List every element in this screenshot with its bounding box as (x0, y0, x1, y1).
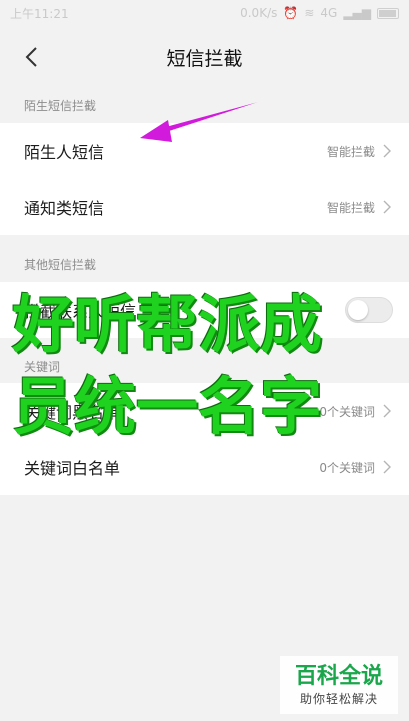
overlay-text-line2: 员统一名字 (12, 370, 323, 443)
page-title: 短信拦截 (166, 47, 243, 70)
row-notification-sms[interactable]: 通知类短信 智能拦截 (0, 179, 409, 235)
back-button[interactable] (18, 44, 44, 70)
status-bar: 上午11:21 0.0K/s ⏰ ≋ 4G ▂▄▆ (0, 0, 409, 26)
row-value: 智能拦截 (326, 144, 375, 159)
battery-icon (377, 7, 399, 19)
signal-label: 4G (320, 6, 338, 20)
watermark-title: 百科全说 (294, 663, 383, 689)
alarm-icon: ⏰ (283, 6, 299, 20)
row-value: 智能拦截 (326, 200, 375, 215)
signal-icon: ▂▄▆ (343, 6, 371, 20)
back-arrow-icon (25, 47, 37, 67)
network-speed: 0.0K/s (240, 6, 278, 20)
row-label: 关键词白名单 (24, 459, 121, 478)
chevron-right-icon (381, 144, 393, 158)
chevron-right-icon (381, 200, 393, 214)
row-keyword-whitelist[interactable]: 关键词白名单 0个关键词 (0, 439, 409, 495)
status-time: 上午11:21 (10, 6, 69, 21)
row-label: 陌生人短信 (24, 143, 105, 162)
status-indicators: 0.0K/s ⏰ ≋ 4G ▂▄▆ (240, 6, 399, 20)
title-bar: 短信拦截 (0, 26, 409, 88)
chevron-right-icon (381, 460, 393, 474)
row-stranger-sms[interactable]: 陌生人短信 智能拦截 (0, 123, 409, 179)
watermark-logo: 百科全说 助你轻松解决 (280, 656, 398, 714)
section-label-stranger: 陌生短信拦截 (24, 99, 97, 113)
watermark-subtitle: 助你轻松解决 (299, 691, 378, 706)
overlay-text-line1: 好听帮派成 (12, 288, 323, 361)
stranger-card: 陌生人短信 智能拦截 通知类短信 智能拦截 (0, 123, 409, 235)
section-label-other: 其他短信拦截 (24, 258, 97, 272)
row-label: 通知类短信 (24, 199, 105, 218)
wifi-icon: ≋ (304, 6, 315, 20)
row-value: 0个关键词 (319, 460, 375, 475)
